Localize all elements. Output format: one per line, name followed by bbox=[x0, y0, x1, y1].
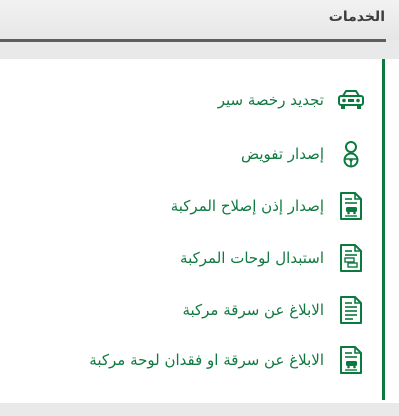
service-label: إصدار تفويض bbox=[240, 145, 324, 163]
service-label: إصدار إذن إصلاح المركبة bbox=[170, 197, 324, 215]
document-icon bbox=[336, 295, 366, 325]
service-item-replace-plates[interactable]: استبدال لوحات المركبة bbox=[180, 242, 366, 274]
page-title: الخدمات bbox=[328, 9, 385, 25]
document-car-icon bbox=[336, 191, 366, 221]
service-label: تجديد رخصة سير bbox=[217, 91, 324, 109]
driver-icon bbox=[336, 139, 366, 169]
service-item-report-plate-loss[interactable]: الابلاغ عن سرقة او فقدان لوحة مركبة bbox=[89, 344, 366, 376]
document-plates-icon bbox=[336, 243, 366, 273]
accent-bar bbox=[382, 59, 385, 400]
service-label: الابلاغ عن سرقة مركبة bbox=[182, 301, 324, 319]
service-item-repair-permit[interactable]: إصدار إذن إصلاح المركبة bbox=[171, 190, 366, 222]
service-item-renew-registration[interactable]: تجديد رخصة سير bbox=[218, 84, 366, 116]
service-item-report-vehicle-theft[interactable]: الابلاغ عن سرقة مركبة bbox=[182, 294, 366, 326]
service-label: الابلاغ عن سرقة او فقدان لوحة مركبة bbox=[89, 351, 324, 369]
service-label: استبدال لوحات المركبة bbox=[180, 249, 324, 267]
document-car-icon bbox=[336, 345, 366, 375]
service-item-issue-authorization[interactable]: إصدار تفويض bbox=[241, 138, 366, 170]
header-divider bbox=[0, 39, 386, 42]
car-icon bbox=[336, 85, 366, 115]
top-bar: الخدمات bbox=[0, 0, 399, 40]
